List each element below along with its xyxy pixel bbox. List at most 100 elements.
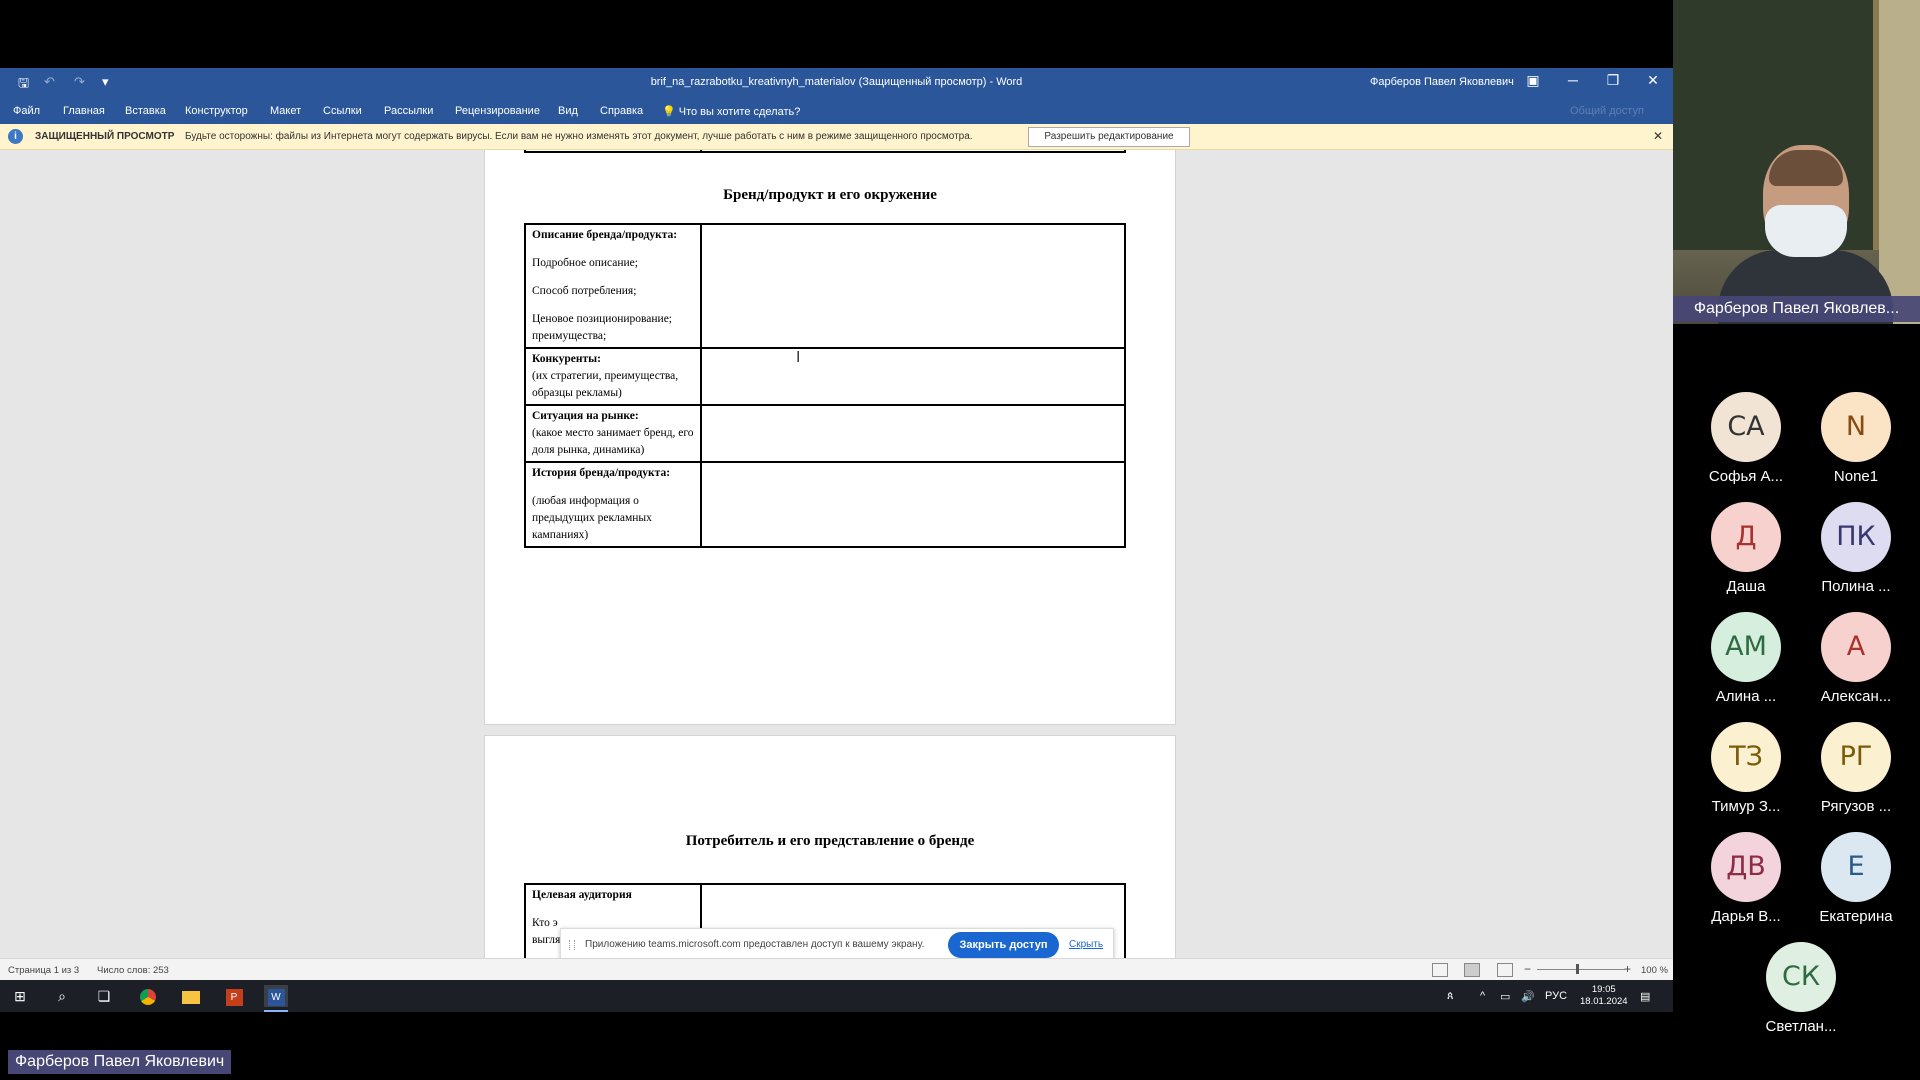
stop-sharing-button[interactable]: Закрыть доступ bbox=[948, 932, 1059, 958]
zoom-slider[interactable] bbox=[1537, 969, 1625, 970]
tab-design[interactable]: Конструктор bbox=[185, 105, 248, 117]
speaker-mask bbox=[1765, 205, 1847, 257]
document-area[interactable]: Бренд/продукт и его окружение Описание б… bbox=[0, 150, 1673, 958]
row-desc: (любая информация о предыдущих рекламных… bbox=[532, 495, 652, 541]
row-title: Ситуация на рынке: bbox=[532, 410, 639, 422]
enable-editing-button[interactable]: Разрешить редактирование bbox=[1028, 127, 1190, 147]
table-cell-empty[interactable] bbox=[700, 347, 1126, 406]
task-view-icon[interactable]: ❏ bbox=[92, 985, 116, 1007]
hide-link[interactable]: Скрыть bbox=[1069, 939, 1103, 950]
avatar: N bbox=[1821, 392, 1891, 462]
notifications-icon[interactable]: ▤ bbox=[1640, 990, 1650, 1003]
speaker-name-label: Фарберов Павел Яковлев... bbox=[1673, 296, 1920, 322]
row-title: Целевая аудитория bbox=[532, 889, 632, 901]
word-count[interactable]: Число слов: 253 bbox=[97, 965, 169, 976]
shared-screen: 🖫 ↶ ↷ ▾ brif_na_razrabotku_kreativnyh_ma… bbox=[0, 68, 1673, 1012]
table-cell-empty[interactable] bbox=[700, 223, 1126, 349]
participant-name: Алина ... bbox=[1715, 688, 1777, 705]
zoom-level[interactable]: 100 % bbox=[1641, 965, 1668, 976]
table-cell-empty[interactable] bbox=[700, 461, 1126, 548]
speaker-video[interactable]: Фарберов Павел Яковлев... bbox=[1673, 0, 1920, 324]
page-count[interactable]: Страница 1 из 3 bbox=[8, 965, 79, 976]
table-cell[interactable]: Конкуренты: (их стратегии, преимущества,… bbox=[524, 347, 702, 406]
participant-name: Софья А... bbox=[1708, 468, 1784, 485]
participant-tile[interactable]: ДВ Дарья В... bbox=[1691, 832, 1801, 942]
participant-tile[interactable]: N None1 bbox=[1801, 392, 1911, 502]
table-cell[interactable]: Описание бренда/продукта: Подробное опис… bbox=[524, 223, 702, 349]
windows-start-icon[interactable]: ⊞ bbox=[8, 985, 32, 1007]
zoom-in-icon[interactable]: + bbox=[1624, 962, 1631, 976]
powerpoint-icon[interactable]: P bbox=[222, 985, 246, 1007]
participant-name: Тимур З... bbox=[1711, 798, 1781, 815]
row-desc: (их стратегии, преимущества, образцы рек… bbox=[532, 370, 679, 399]
print-layout-icon[interactable] bbox=[1464, 963, 1480, 977]
speaker-hair bbox=[1769, 150, 1843, 186]
web-layout-icon[interactable] bbox=[1497, 963, 1513, 977]
ribbon-display-options-icon[interactable]: ▣ bbox=[1518, 72, 1548, 89]
read-mode-icon[interactable] bbox=[1432, 963, 1448, 977]
table-cell-empty[interactable] bbox=[700, 404, 1126, 463]
participant-tile[interactable]: РГ Рягузов ... bbox=[1801, 722, 1911, 832]
tab-view[interactable]: Вид bbox=[558, 105, 578, 117]
word-title-bar: 🖫 ↶ ↷ ▾ brif_na_razrabotku_kreativnyh_ma… bbox=[0, 68, 1673, 97]
row-line: Подробное описание; bbox=[532, 257, 638, 269]
drag-handle-icon[interactable] bbox=[569, 940, 575, 950]
participant-name: Екатерина bbox=[1819, 908, 1893, 925]
document-page-1[interactable]: Бренд/продукт и его окружение Описание б… bbox=[484, 150, 1176, 725]
signed-in-user[interactable]: Фарберов Павел Яковлевич bbox=[1370, 76, 1514, 88]
restore-button[interactable]: ❐ bbox=[1598, 72, 1628, 89]
avatar: АМ bbox=[1711, 612, 1781, 682]
tell-me-search[interactable]: 💡 Что вы хотите сделать? bbox=[662, 105, 800, 118]
row-line: Ценовое позиционирование; преимущества; bbox=[532, 313, 672, 342]
system-clock[interactable]: 19:05 18.01.2024 bbox=[1580, 984, 1628, 1008]
participant-name: Светлан... bbox=[1765, 1018, 1837, 1035]
tab-help[interactable]: Справка bbox=[600, 105, 643, 117]
word-icon[interactable]: W bbox=[264, 985, 288, 1007]
table-row: Описание бренда/продукта: Подробное опис… bbox=[524, 223, 1126, 349]
table-cell[interactable]: История бренда/продукта: (любая информац… bbox=[524, 461, 702, 548]
tab-mailings[interactable]: Рассылки bbox=[384, 105, 433, 117]
row-desc: выгля bbox=[532, 934, 561, 946]
protected-view-bar: i ЗАЩИЩЕННЫЙ ПРОСМОТР Будьте осторожны: … bbox=[0, 124, 1673, 150]
text-cursor-icon: I bbox=[796, 348, 801, 366]
share-button[interactable]: Общий доступ bbox=[1570, 105, 1644, 117]
participant-tile[interactable]: Е Екатерина bbox=[1801, 832, 1911, 942]
zoom-out-icon[interactable]: − bbox=[1524, 962, 1531, 976]
input-language[interactable]: РУС bbox=[1545, 990, 1567, 1002]
participant-tile[interactable]: СА Софья А... bbox=[1691, 392, 1801, 502]
participant-tile[interactable]: Д Даша bbox=[1691, 502, 1801, 612]
search-icon[interactable]: ⌕ bbox=[50, 985, 74, 1007]
tab-layout[interactable]: Макет bbox=[270, 105, 301, 117]
minimize-button[interactable]: ─ bbox=[1558, 72, 1588, 88]
tab-review[interactable]: Рецензирование bbox=[455, 105, 540, 117]
participant-tile[interactable]: А Алексан... bbox=[1801, 612, 1911, 722]
chevron-up-icon[interactable]: ^ bbox=[1480, 990, 1485, 1002]
close-icon[interactable]: ✕ bbox=[1653, 129, 1663, 143]
tab-home[interactable]: Главная bbox=[63, 105, 105, 117]
chrome-icon[interactable] bbox=[136, 985, 160, 1007]
network-icon[interactable]: ▭ bbox=[1500, 990, 1510, 1003]
close-button[interactable]: ✕ bbox=[1638, 72, 1668, 89]
ribbon-tabs: Файл Главная Вставка Конструктор Макет С… bbox=[0, 97, 1673, 124]
tab-file[interactable]: Файл bbox=[13, 105, 40, 117]
participant-tile[interactable]: СК Светлан... bbox=[1746, 942, 1856, 1052]
participant-tile[interactable]: ПК Полина ... bbox=[1801, 502, 1911, 612]
volume-icon[interactable]: 🔊 bbox=[1521, 990, 1535, 1003]
tab-references[interactable]: Ссылки bbox=[323, 105, 362, 117]
file-explorer-icon[interactable] bbox=[179, 985, 203, 1007]
row-desc: (какое место занимает бренд, его доля ры… bbox=[532, 427, 694, 456]
participant-tile[interactable]: ТЗ Тимур З... bbox=[1691, 722, 1801, 832]
people-icon[interactable]: ጰ bbox=[1447, 990, 1454, 1003]
presenter-name-label: Фарберов Павел Яковлевич bbox=[8, 1050, 232, 1074]
table-cell[interactable]: Ситуация на рынке: (какое место занимает… bbox=[524, 404, 702, 463]
row-title: Описание бренда/продукта: bbox=[532, 229, 678, 241]
tab-insert[interactable]: Вставка bbox=[125, 105, 166, 117]
zoom-slider-thumb[interactable] bbox=[1576, 964, 1579, 974]
windows-taskbar: ⊞ ⌕ ❏ P W ጰ ^ ▭ 🔊 РУС 19:05 18.01.2024 ▤ bbox=[0, 980, 1673, 1012]
document-page-2[interactable]: Потребитель и его представление о бренде… bbox=[484, 735, 1176, 958]
participant-name: None1 bbox=[1833, 468, 1879, 485]
lightbulb-icon: 💡 bbox=[662, 106, 676, 118]
avatar: ТЗ bbox=[1711, 722, 1781, 792]
participant-tile[interactable]: АМ Алина ... bbox=[1691, 612, 1801, 722]
active-app-indicator bbox=[264, 1010, 288, 1012]
